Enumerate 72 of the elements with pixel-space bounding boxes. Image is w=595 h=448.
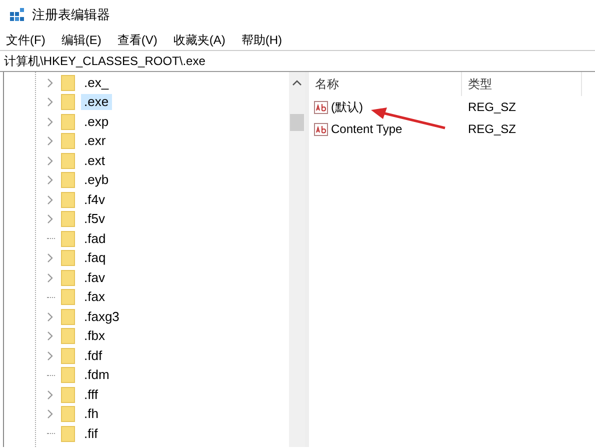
tree-item[interactable]: .fdf [81, 348, 106, 364]
expand-chevron-icon[interactable] [47, 97, 53, 108]
tree-item[interactable]: .ex_ [81, 74, 112, 91]
tree-item[interactable]: .fff [81, 386, 101, 403]
string-value-icon [314, 122, 328, 136]
value-name[interactable]: (默认) [331, 98, 363, 116]
expand-chevron-icon[interactable] [47, 390, 53, 400]
tree-item[interactable]: .f4v [81, 192, 108, 208]
column-header[interactable]: 名称 [309, 76, 461, 92]
window-title: 注册表编辑器 [32, 6, 110, 24]
column-header[interactable]: 类型 [461, 72, 581, 96]
tree-item[interactable]: .fav [81, 270, 108, 286]
folder-icon [61, 192, 75, 208]
registry-icon [9, 7, 25, 23]
tree-item[interactable]: .fax [81, 289, 108, 306]
folder-icon [61, 328, 75, 344]
tree-item[interactable]: .exr [81, 133, 109, 150]
tree-item[interactable]: .faxg3 [81, 308, 122, 325]
tree-item[interactable]: .exe [81, 94, 112, 110]
menu-item[interactable]: 文件(F) [6, 32, 46, 48]
tree-item[interactable]: .fad [81, 230, 109, 247]
expand-chevron-icon[interactable] [47, 214, 53, 224]
folder-icon [61, 270, 75, 286]
folder-icon [61, 406, 75, 422]
tree-item[interactable]: .eyb [81, 172, 112, 188]
expand-chevron-icon[interactable] [47, 136, 53, 146]
menu-item[interactable]: 查看(V) [117, 32, 158, 48]
folder-icon [61, 386, 75, 403]
folder-icon [61, 211, 75, 228]
value-name[interactable]: Content Type [331, 122, 402, 136]
menu-item[interactable]: 编辑(E) [61, 32, 102, 48]
string-value-icon [314, 100, 328, 114]
folder-icon [61, 114, 75, 130]
folder-icon [61, 289, 75, 306]
expand-chevron-icon[interactable] [47, 175, 53, 186]
tree-item[interactable]: .exp [81, 114, 112, 130]
folder-icon [61, 250, 75, 266]
folder-icon [61, 230, 75, 247]
tree-item[interactable]: .fdm [81, 367, 112, 384]
folder-icon [61, 94, 75, 110]
expand-chevron-icon[interactable] [47, 331, 53, 342]
expand-chevron-icon[interactable] [47, 312, 53, 322]
expand-chevron-icon[interactable] [47, 156, 53, 166]
folder-icon [61, 308, 75, 325]
tree-item[interactable]: .fh [81, 406, 102, 422]
address-field[interactable]: 计算机\HKEY_CLASSES_ROOT\.exe [0, 50, 595, 72]
folder-icon [61, 172, 75, 188]
scrollbar[interactable] [289, 72, 305, 447]
expand-chevron-icon[interactable] [47, 253, 53, 264]
expand-chevron-icon[interactable] [47, 116, 53, 127]
tree-item[interactable]: .f5v [81, 211, 108, 228]
folder-icon [61, 348, 75, 364]
value-type: REG_SZ [467, 122, 518, 136]
value-type: REG_SZ [467, 100, 518, 114]
folder-icon [61, 367, 75, 384]
menu-item[interactable]: 收藏夹(A) [173, 32, 226, 48]
expand-chevron-icon[interactable] [47, 194, 53, 205]
tree-item[interactable]: .fbx [81, 328, 108, 344]
scroll-thumb[interactable] [290, 114, 304, 131]
folder-icon [61, 133, 75, 150]
expand-chevron-icon[interactable] [47, 272, 53, 283]
tree-item[interactable]: .ext [81, 152, 108, 169]
menu-item[interactable]: 帮助(H) [241, 32, 282, 48]
folder-icon [61, 74, 75, 91]
folder-icon [61, 426, 75, 442]
scroll-up-icon[interactable] [292, 80, 302, 86]
tree-item[interactable]: .fif [81, 426, 101, 442]
folder-icon [61, 152, 75, 169]
expand-chevron-icon[interactable] [47, 78, 53, 88]
expand-chevron-icon[interactable] [47, 350, 53, 361]
expand-chevron-icon[interactable] [47, 409, 53, 420]
tree-item[interactable]: .faq [81, 250, 109, 266]
